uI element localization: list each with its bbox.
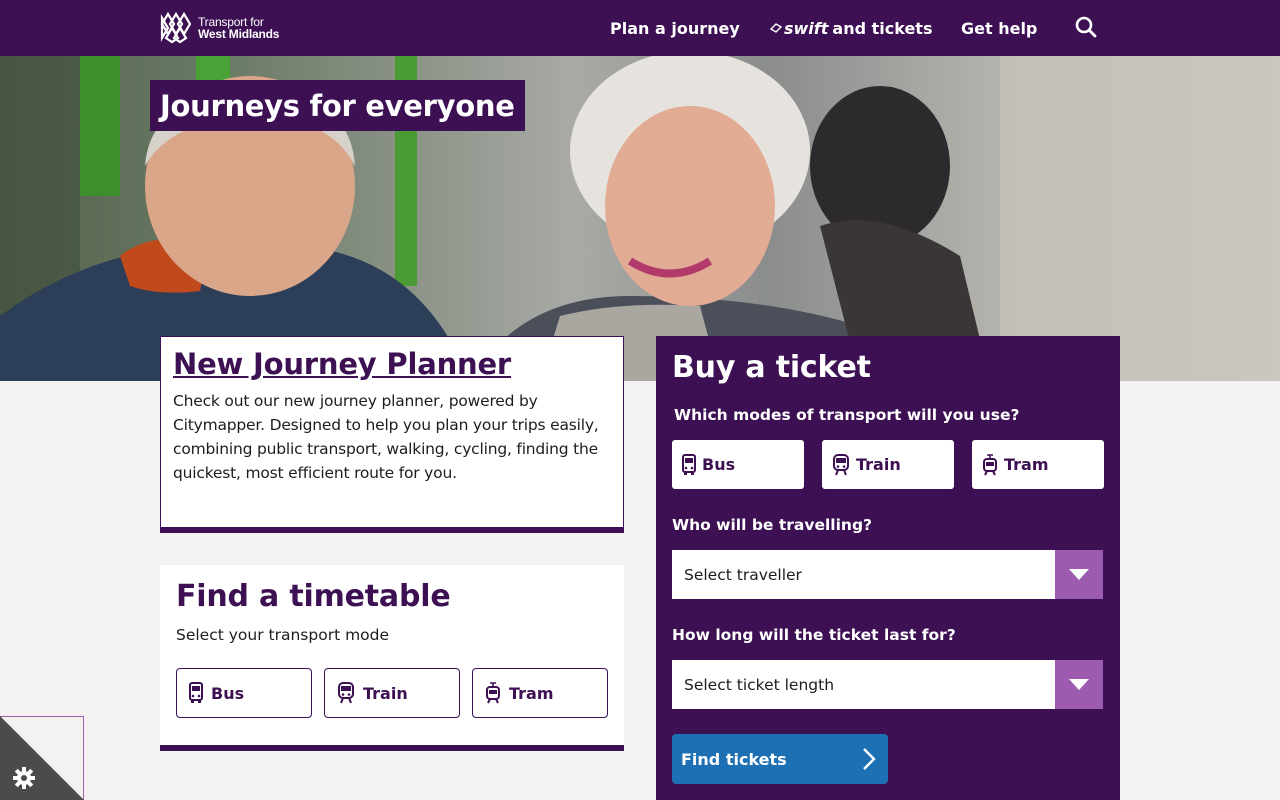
ticket-tram-label: Tram — [1004, 455, 1049, 474]
traveller-question: Who will be travelling? — [672, 516, 873, 534]
buy-ticket-title: Buy a ticket — [672, 350, 871, 385]
buy-ticket-panel: Buy a ticket Which modes of transport wi… — [656, 336, 1120, 800]
timetable-modes: Bus Train Tram — [176, 668, 608, 718]
ticket-modes: Bus Train Tram — [672, 440, 1104, 489]
gear-icon[interactable] — [12, 766, 36, 794]
tram-icon — [485, 682, 501, 704]
timetable-card: Find a timetable Select your transport m… — [160, 565, 624, 751]
nav-plan-journey[interactable]: Plan a journey — [610, 0, 740, 56]
hero-title-box: Journeys for everyone — [150, 80, 525, 131]
hero-title: Journeys for everyone — [160, 88, 515, 123]
search-icon[interactable] — [1075, 16, 1097, 38]
nav-swift-tickets[interactable]: swift and tickets — [769, 0, 933, 56]
ticket-train-label: Train — [856, 455, 901, 474]
swift-icon — [769, 19, 783, 38]
nav-plan-label: Plan a journey — [610, 18, 740, 38]
traveller-select[interactable]: Select traveller — [672, 550, 1103, 599]
nav-swift-brand: swift — [784, 18, 829, 38]
timetable-bus-button[interactable]: Bus — [176, 668, 312, 718]
chevron-down-icon[interactable] — [1055, 660, 1103, 709]
journey-planner-card: New Journey Planner Check out our new jo… — [160, 336, 624, 533]
timetable-tram-button[interactable]: Tram — [472, 668, 608, 718]
wmca-logo-text: Transport for West Midlands — [198, 16, 279, 40]
nav-get-help[interactable]: Get help — [961, 0, 1037, 56]
find-tickets-button[interactable]: Find tickets — [672, 734, 888, 784]
ticket-length-select-value: Select ticket length — [684, 675, 835, 694]
chevron-right-icon — [862, 747, 876, 775]
timetable-bus-label: Bus — [211, 683, 245, 703]
site-header: Transport for West Midlands Plan a journ… — [0, 0, 1280, 56]
wmca-logo-icon — [160, 12, 192, 44]
bus-icon — [682, 453, 696, 476]
ticket-tram-button[interactable]: Tram — [972, 440, 1104, 489]
train-icon — [337, 682, 355, 704]
cookie-settings[interactable] — [0, 716, 84, 800]
ticket-bus-button[interactable]: Bus — [672, 440, 804, 489]
nav-swift-label: and tickets — [832, 18, 933, 38]
tram-icon — [982, 453, 998, 476]
hero-banner: Journeys for everyone — [0, 56, 1280, 381]
wmca-logo[interactable]: Transport for West Midlands — [160, 12, 279, 44]
chevron-down-icon[interactable] — [1055, 550, 1103, 599]
timetable-train-button[interactable]: Train — [324, 668, 460, 718]
logo-line2: West Midlands — [198, 27, 280, 41]
ticket-modes-question: Which modes of transport will you use? — [674, 406, 1020, 424]
nav-help-label: Get help — [961, 18, 1038, 38]
timetable-train-label: Train — [363, 683, 408, 703]
timetable-tram-label: Tram — [509, 683, 554, 703]
ticket-bus-label: Bus — [702, 455, 736, 474]
journey-planner-description: Check out our new journey planner, power… — [173, 392, 599, 482]
journey-planner-link[interactable]: New Journey Planner — [173, 347, 511, 381]
ticket-train-button[interactable]: Train — [822, 440, 954, 489]
ticket-length-question: How long will the ticket last for? — [672, 626, 956, 644]
traveller-select-value: Select traveller — [684, 565, 802, 584]
ticket-length-select[interactable]: Select ticket length — [672, 660, 1103, 709]
timetable-title: Find a timetable — [176, 579, 451, 614]
timetable-subtitle: Select your transport mode — [176, 626, 390, 644]
find-tickets-label: Find tickets — [681, 749, 787, 769]
bus-icon — [189, 682, 203, 704]
train-icon — [832, 453, 850, 476]
